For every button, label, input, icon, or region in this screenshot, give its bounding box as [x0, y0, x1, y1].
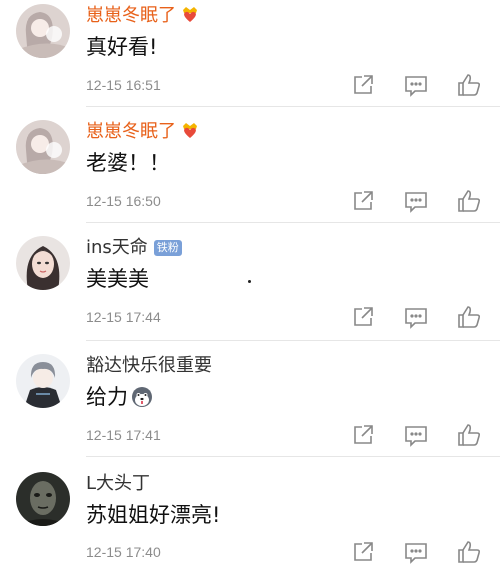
username[interactable]: 豁达快乐很重要 — [86, 354, 212, 378]
like-icon[interactable] — [456, 422, 482, 448]
username[interactable]: 崽崽冬眠了 — [86, 120, 200, 144]
comment-icon[interactable] — [403, 422, 429, 448]
timestamp: 12-15 17:41 — [86, 427, 161, 443]
crown-heart-icon — [183, 123, 197, 138]
avatar[interactable] — [16, 472, 70, 526]
timestamp: 12-15 16:50 — [86, 193, 161, 209]
timestamp: 12-15 17:40 — [86, 544, 161, 560]
avatar[interactable] — [16, 354, 70, 408]
divider — [86, 106, 500, 107]
like-icon[interactable] — [456, 188, 482, 214]
comment-icon[interactable] — [403, 304, 429, 330]
divider — [86, 340, 500, 341]
comment-text: 苏姐姐好漂亮! — [86, 503, 221, 527]
username[interactable]: L大头丁 — [86, 472, 150, 496]
divider — [86, 456, 500, 457]
comment-text: 给力 — [86, 383, 154, 411]
comment-icon[interactable] — [403, 72, 429, 98]
comment-text: 老婆！！ — [86, 151, 170, 175]
username[interactable]: ins天命 铁粉 — [86, 236, 182, 260]
like-icon[interactable] — [456, 304, 482, 330]
avatar[interactable] — [16, 120, 70, 174]
timestamp: 12-15 17:44 — [86, 309, 161, 325]
share-icon[interactable] — [350, 188, 376, 214]
stray-dot — [248, 280, 251, 283]
username[interactable]: 崽崽冬眠了 — [86, 4, 200, 28]
comment-text: 美美美 — [86, 267, 149, 291]
avatar[interactable] — [16, 4, 70, 58]
avatar[interactable] — [16, 236, 70, 290]
share-icon[interactable] — [350, 72, 376, 98]
husky-dog-emoji — [132, 387, 152, 407]
share-icon[interactable] — [350, 422, 376, 448]
comment-icon[interactable] — [403, 539, 429, 565]
like-icon[interactable] — [456, 72, 482, 98]
comment-text: 真好看! — [86, 35, 158, 59]
share-icon[interactable] — [350, 539, 376, 565]
fan-badge: 铁粉 — [153, 240, 182, 256]
share-icon[interactable] — [350, 304, 376, 330]
timestamp: 12-15 16:51 — [86, 77, 161, 93]
divider — [86, 222, 500, 223]
like-icon[interactable] — [456, 539, 482, 565]
comment-icon[interactable] — [403, 188, 429, 214]
crown-heart-icon — [183, 7, 197, 22]
